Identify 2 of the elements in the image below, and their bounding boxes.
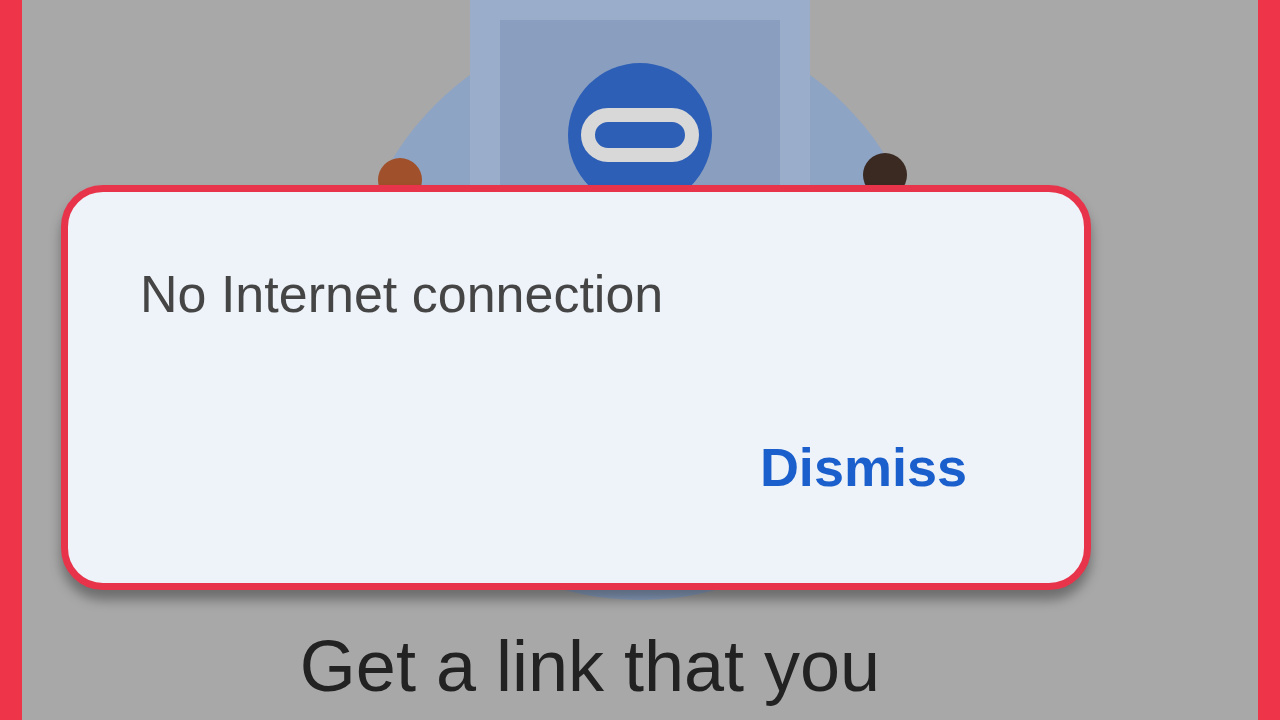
dialog-message: No Internet connection: [140, 264, 665, 325]
dismiss-button[interactable]: Dismiss: [759, 433, 967, 501]
